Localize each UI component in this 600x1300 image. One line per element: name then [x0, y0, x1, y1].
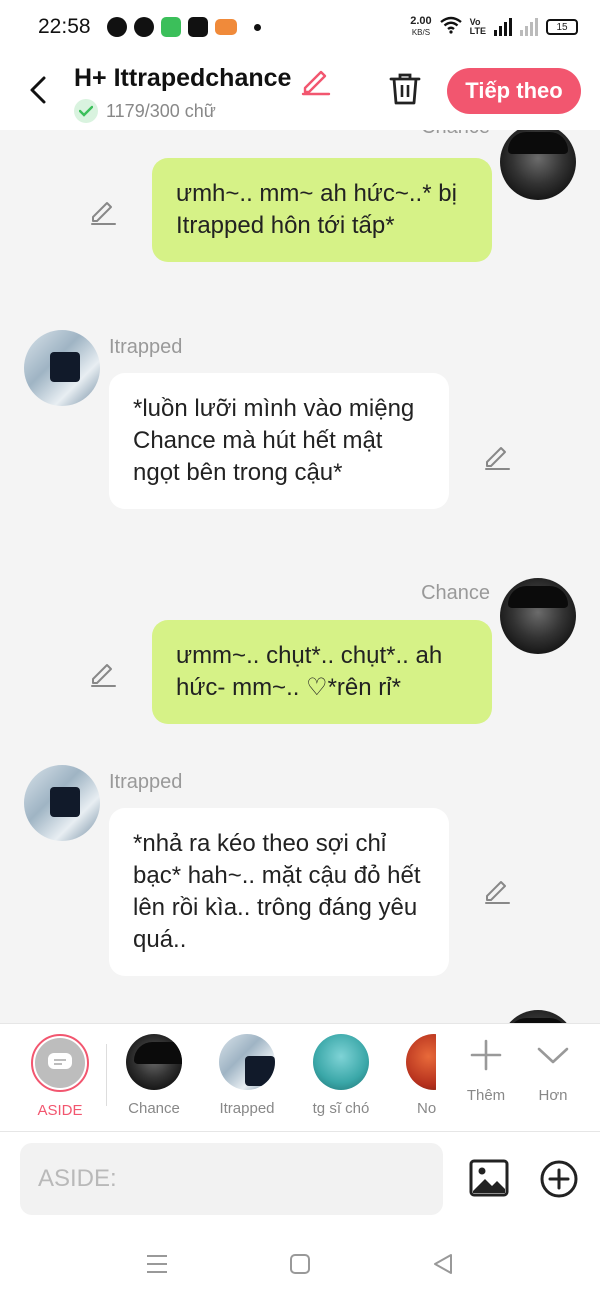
- chevron-down-icon: [537, 1047, 569, 1064]
- character-avatar: [219, 1034, 275, 1090]
- wifi-icon: [439, 16, 462, 39]
- network-speed-value: 2.00: [410, 15, 432, 27]
- pencil-icon: [91, 664, 116, 687]
- speaker-name: Itrapped: [109, 771, 183, 793]
- composer: [0, 1132, 600, 1228]
- divider: [106, 1044, 107, 1106]
- character-label: Chance: [128, 1100, 180, 1117]
- avatar[interactable]: [500, 1010, 576, 1023]
- notification-icons: [106, 17, 261, 37]
- character-label: ASIDE: [37, 1102, 83, 1119]
- image-icon: [469, 1159, 509, 1197]
- avatar[interactable]: [500, 130, 576, 200]
- plus-icon: [470, 1039, 502, 1071]
- chat-message: Itrapped *nhả ra kéo theo sợi chỉ bạc* h…: [0, 765, 600, 985]
- pencil-icon: [91, 202, 116, 225]
- word-count: 1179/300 chữ: [74, 99, 216, 123]
- avatar[interactable]: [24, 765, 100, 841]
- store-icon: [160, 17, 181, 37]
- game-icon: [214, 19, 237, 35]
- speaker-name: Itrapped: [109, 336, 183, 358]
- speaker-name: Chance: [421, 130, 490, 139]
- volte-indicator: Vo LTE: [470, 18, 486, 36]
- chevron-left-icon: [30, 76, 46, 104]
- pencil-icon: [485, 447, 510, 470]
- home-button[interactable]: [286, 1250, 314, 1278]
- story-title: H+ Ittrapedchance: [74, 64, 292, 92]
- character-label: tg sĩ chó: [312, 1100, 370, 1117]
- next-button[interactable]: Tiếp theo: [447, 68, 581, 114]
- network-speed-unit: KB/S: [411, 28, 431, 37]
- edit-title-button[interactable]: [299, 64, 331, 96]
- plus-circle-icon: [540, 1160, 578, 1198]
- chat-bubble-icon: [48, 1053, 72, 1069]
- character-avatar: [126, 1034, 182, 1090]
- check-icon: [74, 99, 98, 123]
- edit-message-button[interactable]: [88, 658, 118, 688]
- add-content-button[interactable]: [538, 1158, 580, 1200]
- message-bubble[interactable]: *luồn lưỡi mình vào miệng Chance mà hút …: [109, 373, 449, 509]
- more-button[interactable]: Hơn: [523, 1038, 583, 1104]
- signal-2-icon: [520, 18, 538, 36]
- message-bubble[interactable]: *nhả ra kéo theo sợi chỉ bạc* hah~.. mặt…: [109, 808, 449, 976]
- message-bubble[interactable]: ưmh~.. mm~ ah hức~..* bị Itrapped hôn tớ…: [152, 158, 492, 262]
- chat-message: Itrapped *luồn lưỡi mình vào miệng Chanc…: [0, 330, 600, 550]
- character-aside[interactable]: ASIDE: [15, 1034, 105, 1119]
- more-notifications-icon: [253, 23, 261, 31]
- more-label: Hơn: [538, 1087, 568, 1104]
- messenger-icon: [106, 17, 127, 37]
- status-bar: 22:58 2.00 KB/S Vo LTE 15: [0, 0, 600, 54]
- header: H+ Ittrapedchance 1179/300 chữ Tiếp theo: [0, 54, 600, 130]
- back-button[interactable]: [20, 72, 56, 108]
- triangle-back-icon: [434, 1254, 452, 1274]
- battery-level: 15: [556, 21, 568, 33]
- app-notification-icon: [133, 17, 154, 37]
- add-character-button[interactable]: Thêm: [456, 1038, 516, 1104]
- system-back-button[interactable]: [429, 1250, 457, 1278]
- character-tg-si-cho[interactable]: tg sĩ chó: [296, 1034, 386, 1117]
- character-partial[interactable]: No: [380, 1034, 436, 1117]
- shopping-bag-icon: [187, 17, 208, 37]
- pencil-icon: [485, 881, 510, 904]
- aside-avatar: [31, 1034, 89, 1092]
- chat-message: Chance ưmm~.. chụt*.. chụt*.. ah hức- mm…: [0, 578, 600, 738]
- message-input[interactable]: [20, 1143, 443, 1215]
- home-square-icon: [290, 1254, 310, 1274]
- recent-apps-button[interactable]: [143, 1250, 171, 1278]
- speaker-name: Chance: [421, 582, 490, 604]
- chat-area[interactable]: Chance ưmh~.. mm~ ah hức~..* bị Itrapped…: [0, 130, 600, 1023]
- avatar[interactable]: [24, 330, 100, 406]
- word-count-text: 1179/300 chữ: [106, 100, 216, 121]
- battery-icon: 15: [546, 19, 578, 35]
- character-label: Itrapped: [219, 1100, 275, 1117]
- delete-button[interactable]: [386, 70, 424, 108]
- avatar[interactable]: [500, 578, 576, 654]
- add-character-label: Thêm: [466, 1087, 506, 1104]
- chat-message: Chance ưmh~.. mm~ ah hức~..* bị Itrapped…: [0, 130, 600, 296]
- menu-icon: [147, 1255, 167, 1273]
- system-nav-bar: [0, 1228, 600, 1300]
- pencil-icon: [301, 70, 331, 96]
- character-chance[interactable]: Chance: [109, 1034, 199, 1117]
- character-itrapped[interactable]: Itrapped: [202, 1034, 292, 1117]
- character-label: No: [417, 1100, 436, 1117]
- edit-message-button[interactable]: [482, 875, 512, 905]
- trash-icon: [389, 73, 421, 105]
- signal-icon: [494, 18, 512, 36]
- character-selector: ASIDE Chance Itrapped tg sĩ chó No Thêm …: [0, 1023, 600, 1132]
- insert-image-button[interactable]: [468, 1158, 512, 1200]
- character-avatar: [313, 1034, 369, 1090]
- character-avatar: [406, 1034, 436, 1090]
- edit-message-button[interactable]: [88, 196, 118, 226]
- edit-message-button[interactable]: [482, 441, 512, 471]
- network-speed: 2.00 KB/S: [410, 16, 431, 38]
- status-time: 22:58: [38, 15, 91, 38]
- message-bubble[interactable]: ưmm~.. chụt*.. chụt*.. ah hức- mm~.. ♡*r…: [152, 620, 492, 724]
- volte-bottom: LTE: [469, 26, 486, 36]
